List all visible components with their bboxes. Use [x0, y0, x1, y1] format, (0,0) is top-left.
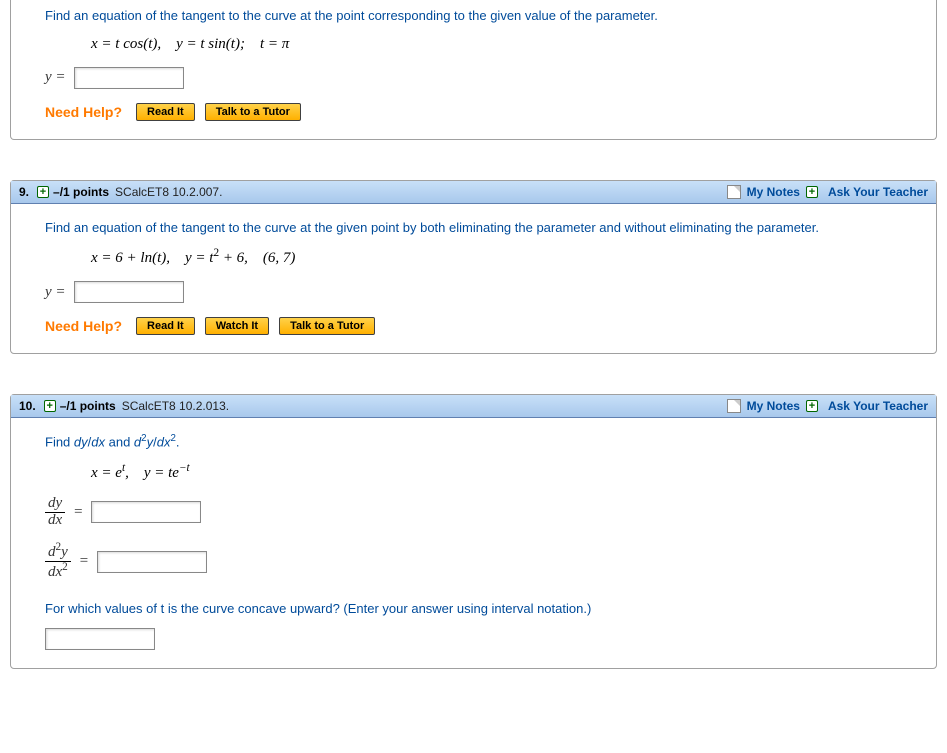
q9-body: Find an equation of the tangent to the c… [11, 204, 936, 354]
ask-teacher-link[interactable]: Ask Your Teacher [828, 185, 928, 199]
q9-math: x = 6 + ln(t), y = t2 + 6, (6, 7) [91, 247, 916, 267]
q9-answer-row: y = [45, 281, 916, 303]
expand-icon[interactable]: + [44, 400, 56, 412]
my-notes-link[interactable]: My Notes [747, 399, 800, 413]
q10-header-right: My Notes + Ask Your Teacher [727, 399, 928, 413]
equals-sign: = [73, 504, 83, 521]
ask-plus-icon[interactable]: + [806, 186, 818, 198]
q9-answer-input[interactable] [74, 281, 184, 303]
q10-prompt: Find dy/dx and d2y/dx2. [45, 432, 916, 452]
d2ydx2-label: d2y dx2 [45, 542, 71, 581]
q10-d2ydx2-input[interactable] [97, 551, 207, 573]
q8-math: x = t cos(t), y = t sin(t); t = π [91, 36, 916, 53]
q10-dydx-row: dy dx = [45, 496, 916, 529]
q9-help-bar: Need Help? Read It Watch It Talk to a Tu… [45, 317, 916, 335]
read-it-button[interactable]: Read It [136, 103, 195, 121]
question-8-body: Find an equation of the tangent to the c… [11, 0, 936, 139]
q10-number: 10. [19, 399, 36, 413]
q9-points: –/1 points [53, 185, 109, 199]
q9-header: 9. + –/1 points SCalcET8 10.2.007. My No… [11, 181, 936, 204]
notes-icon[interactable] [727, 399, 741, 413]
question-8: Find an equation of the tangent to the c… [10, 0, 937, 140]
q8-prompt: Find an equation of the tangent to the c… [45, 6, 916, 26]
dydx-label: dy dx [45, 496, 65, 529]
read-it-button[interactable]: Read It [136, 317, 195, 335]
expand-icon[interactable]: + [37, 186, 49, 198]
q10-reference: SCalcET8 10.2.013. [122, 399, 229, 413]
q8-answer-row: y = [45, 67, 916, 89]
q9-reference: SCalcET8 10.2.007. [115, 185, 222, 199]
ask-plus-icon[interactable]: + [806, 400, 818, 412]
watch-it-button[interactable]: Watch It [205, 317, 269, 335]
q10-math: x = et, y = te−t [91, 462, 916, 482]
q9-header-right: My Notes + Ask Your Teacher [727, 185, 928, 199]
talk-tutor-button[interactable]: Talk to a Tutor [279, 317, 375, 335]
q10-interval-input[interactable] [45, 628, 155, 650]
notes-icon[interactable] [727, 185, 741, 199]
question-10: 10. + –/1 points SCalcET8 10.2.013. My N… [10, 394, 937, 669]
equals-sign: = [79, 553, 89, 570]
q9-prompt: Find an equation of the tangent to the c… [45, 218, 916, 238]
q10-header: 10. + –/1 points SCalcET8 10.2.013. My N… [11, 395, 936, 418]
q10-points: –/1 points [60, 399, 116, 413]
q10-body: Find dy/dx and d2y/dx2. x = et, y = te−t… [11, 418, 936, 668]
need-help-label: Need Help? [45, 318, 122, 334]
q8-answer-lhs: y = [45, 69, 66, 86]
q9-answer-lhs: y = [45, 284, 66, 301]
need-help-label: Need Help? [45, 104, 122, 120]
q8-answer-input[interactable] [74, 67, 184, 89]
my-notes-link[interactable]: My Notes [747, 185, 800, 199]
question-9: 9. + –/1 points SCalcET8 10.2.007. My No… [10, 180, 937, 355]
q10-d2ydx2-row: d2y dx2 = [45, 542, 916, 581]
q10-dydx-input[interactable] [91, 501, 201, 523]
q8-help-bar: Need Help? Read It Talk to a Tutor [45, 103, 916, 121]
talk-tutor-button[interactable]: Talk to a Tutor [205, 103, 301, 121]
q10-concave-prompt: For which values of t is the curve conca… [45, 599, 916, 619]
q9-number: 9. [19, 185, 29, 199]
ask-teacher-link[interactable]: Ask Your Teacher [828, 399, 928, 413]
